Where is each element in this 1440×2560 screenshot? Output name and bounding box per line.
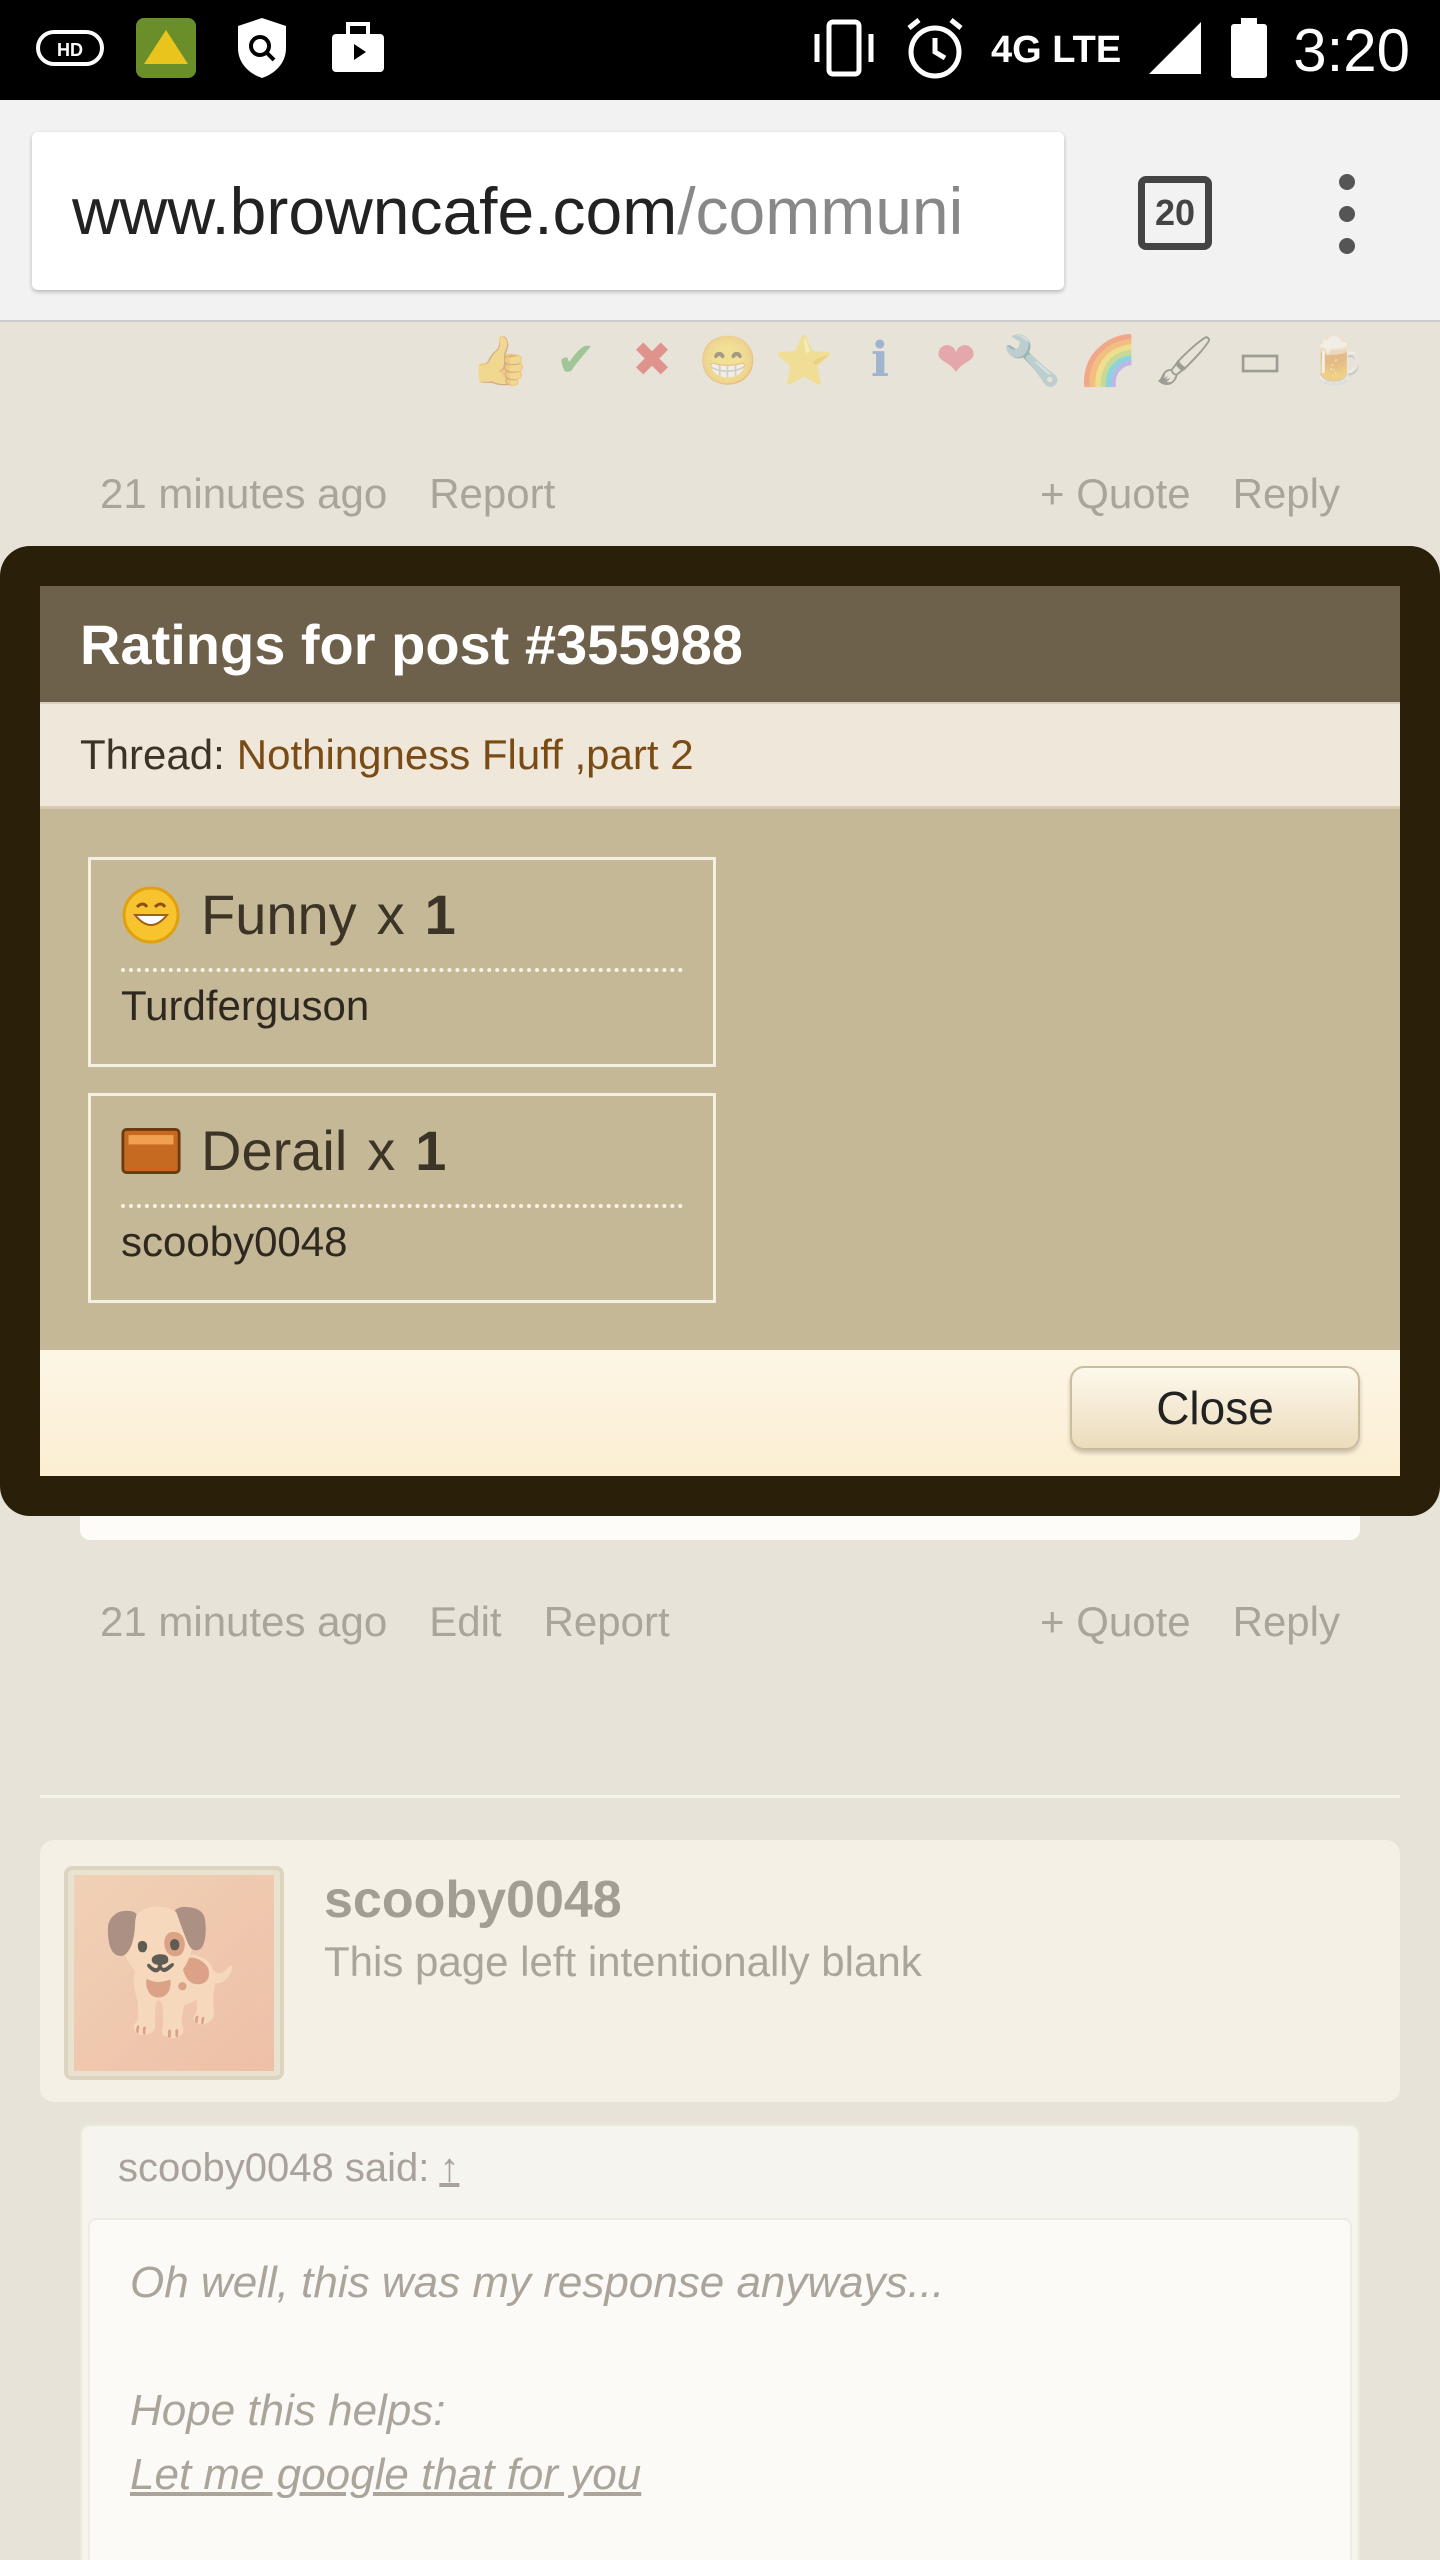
battery-icon <box>1229 16 1269 85</box>
derail-icon <box>121 1121 181 1181</box>
quote-attribution: scooby0048 said: ↑ <box>118 2146 459 2191</box>
post-timestamp[interactable]: 21 minutes ago <box>100 1598 387 1646</box>
quote-text: Hope this helps: <box>130 2386 446 2435</box>
modal-body: Funny x 1 Turdferguson Derail x 1 scooby… <box>40 806 1400 1350</box>
signal-icon <box>1145 18 1205 83</box>
post-divider <box>40 1795 1400 1798</box>
rating-count: 1 <box>424 883 456 946</box>
post-user-card: 🐕 scooby0048 This page left intentionall… <box>40 1840 1400 2102</box>
derail-small-icon[interactable]: ▭ <box>1230 330 1290 390</box>
report-link[interactable]: Report <box>429 470 555 518</box>
disagree-icon[interactable]: ✖ <box>622 330 682 390</box>
status-bar: HD 4G LTE 3:20 <box>0 0 1440 100</box>
app-icon <box>132 14 200 82</box>
quote-link[interactable]: + Quote <box>1040 470 1191 518</box>
creative-icon[interactable]: 🖌 <box>1154 330 1215 390</box>
rating-count: 1 <box>415 1119 447 1182</box>
alarm-icon <box>903 16 967 85</box>
thread-link[interactable]: Nothingness Fluff ,part 2 <box>237 731 694 779</box>
agree-icon[interactable]: ✔ <box>546 330 606 390</box>
rating-separator <box>121 968 683 972</box>
rating-name: Derail <box>201 1119 348 1182</box>
informative-icon[interactable]: ℹ <box>850 330 910 390</box>
rating-name: Funny <box>201 883 357 946</box>
rating-separator <box>121 1204 683 1208</box>
like-icon[interactable]: 👍 <box>470 330 530 390</box>
funny-icon[interactable]: 😁 <box>698 330 758 390</box>
rating-group-derail: Derail x 1 scooby0048 <box>88 1093 716 1303</box>
rating-user[interactable]: scooby0048 <box>121 1218 348 1266</box>
url-path: /communi <box>677 174 964 248</box>
quote-body: Oh well, this was my response anyways...… <box>88 2218 1352 2560</box>
quote-text: Oh well, this was my response anyways... <box>130 2258 945 2307</box>
useful-icon[interactable]: 🔧 <box>1002 330 1062 390</box>
modal-header: Ratings for post #355988 <box>40 586 1400 702</box>
url-host: www.browncafe.com <box>72 174 678 248</box>
user-title: This page left intentionally blank <box>324 1938 922 1985</box>
modal-title: Ratings for post #355988 <box>80 612 743 676</box>
winner-icon[interactable]: ⭐ <box>774 330 834 390</box>
rating-icons-row: 👍 ✔ ✖ 😁 ⭐ ℹ ❤ 🔧 🌈 🖌 ▭ 🍺 <box>470 330 1366 390</box>
hd-voice-icon: HD <box>36 14 104 82</box>
address-bar[interactable]: www.browncafe.com/communi <box>32 132 1064 290</box>
avatar[interactable]: 🐕 <box>64 1866 284 2080</box>
report-link[interactable]: Report <box>544 1598 670 1646</box>
close-button[interactable]: Close <box>1070 1366 1360 1450</box>
rating-group-funny: Funny x 1 Turdferguson <box>88 857 716 1067</box>
browser-toolbar: www.browncafe.com/communi 20 <box>0 100 1440 322</box>
thread-bar: Thread: Nothingness Fluff ,part 2 <box>40 702 1400 806</box>
quote-link[interactable]: + Quote <box>1040 1598 1191 1646</box>
rainbow-icon[interactable]: 🌈 <box>1078 330 1138 390</box>
svg-text:HD: HD <box>57 40 83 60</box>
vibrate-icon <box>809 18 879 83</box>
network-type: 4G LTE <box>991 28 1122 71</box>
quote-link[interactable]: Let me google that for you <box>130 2450 641 2500</box>
modal-footer: Close <box>40 1350 1400 1476</box>
tab-switcher-button[interactable]: 20 <box>1138 176 1212 250</box>
ratings-modal: Ratings for post #355988 Thread: Nothing… <box>0 546 1440 1516</box>
jump-to-quote-icon[interactable]: ↑ <box>439 2146 459 2190</box>
smiley-icon <box>121 885 181 945</box>
rating-user[interactable]: Turdferguson <box>121 982 369 1030</box>
beer-icon[interactable]: 🍺 <box>1306 330 1366 390</box>
rating-multiplier: x <box>376 883 405 946</box>
avatar-image: 🐕 <box>74 1875 274 2071</box>
briefcase-icon <box>324 14 392 82</box>
edit-link[interactable]: Edit <box>429 1598 501 1646</box>
rating-multiplier: x <box>367 1119 396 1182</box>
quote-block: scooby0048 said: ↑ Oh well, this was my r… <box>80 2124 1360 2560</box>
clock: 3:20 <box>1293 16 1410 84</box>
shield-icon <box>228 14 296 82</box>
post-timestamp[interactable]: 21 minutes ago <box>100 470 387 518</box>
quote-author: scooby0048 said: <box>118 2146 430 2190</box>
thread-label: Thread: <box>80 731 225 778</box>
love-icon[interactable]: ❤ <box>926 330 986 390</box>
reply-link[interactable]: Reply <box>1233 470 1340 518</box>
overflow-menu-icon[interactable] <box>1322 174 1372 254</box>
reply-link[interactable]: Reply <box>1233 1598 1340 1646</box>
username[interactable]: scooby0048 <box>324 1870 622 1930</box>
